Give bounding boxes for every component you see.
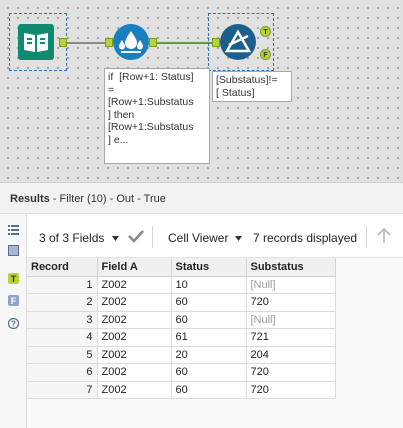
record-cell[interactable]: 5: [27, 346, 98, 364]
column-header[interactable]: Status: [171, 258, 247, 277]
substatus-cell[interactable]: 720: [246, 381, 336, 399]
table-row[interactable]: 5 Z002 20 204: [27, 346, 336, 364]
field-a-cell[interactable]: Z002: [97, 381, 172, 399]
filter-false-anchor[interactable]: F: [260, 49, 271, 60]
status-cell[interactable]: 60: [171, 293, 247, 312]
input-output-anchor[interactable]: [59, 38, 67, 47]
toolbar-separator: [152, 226, 153, 248]
table-row[interactable]: 2 Z002 60 720: [27, 293, 336, 312]
filter-triangle-icon: [224, 29, 252, 53]
table-row[interactable]: 3 Z002 60 [Null]: [27, 311, 336, 329]
table-row[interactable]: 1 Z002 10 [Null]: [27, 276, 336, 294]
records-count: 7 records displayed: [253, 231, 358, 245]
filter-input-anchor[interactable]: [212, 38, 220, 47]
book-icon: [24, 33, 48, 52]
column-header[interactable]: Substatus: [246, 258, 336, 277]
true-output-icon[interactable]: T: [8, 273, 19, 284]
substatus-cell[interactable]: [Null]: [246, 276, 336, 294]
table-row[interactable]: 4 Z002 61 721: [27, 328, 336, 347]
connection-wire-2: [157, 42, 212, 44]
field-a-cell[interactable]: Z002: [97, 363, 172, 382]
column-header[interactable]: Field A: [97, 258, 172, 277]
svg-text:F: F: [11, 296, 17, 306]
record-cell[interactable]: 4: [27, 328, 98, 347]
viewer-label: Cell Viewer: [168, 231, 229, 245]
table-header-row: Record Field A Status Substatus: [27, 258, 336, 277]
results-table: Record Field A Status Substatus 1 Z002 1…: [27, 258, 336, 399]
filter-annotation: [Substatus]!= [ Status]: [212, 71, 292, 102]
toolbar-separator: [366, 226, 367, 248]
field-a-cell[interactable]: Z002: [97, 328, 172, 347]
false-output-icon[interactable]: F: [8, 295, 19, 306]
connection-wire-1: [67, 42, 105, 44]
column-header[interactable]: Record: [27, 258, 98, 277]
input-data-tool[interactable]: [18, 24, 54, 60]
filter-tool[interactable]: [220, 24, 256, 60]
field-a-cell[interactable]: Z002: [97, 346, 172, 364]
substatus-cell[interactable]: 720: [246, 363, 336, 382]
status-cell[interactable]: 60: [171, 381, 247, 399]
field-a-cell[interactable]: Z002: [97, 293, 172, 312]
water-drops-icon: [119, 31, 143, 53]
table-row[interactable]: 7 Z002 60 720: [27, 381, 336, 399]
filter-true-anchor[interactable]: T: [260, 26, 271, 37]
svg-text:?: ?: [11, 320, 16, 329]
help-icon[interactable]: ?: [8, 318, 19, 329]
field-a-cell[interactable]: Z002: [97, 311, 172, 329]
record-cell[interactable]: 7: [27, 381, 98, 399]
table-row[interactable]: 6 Z002 60 720: [27, 363, 336, 382]
status-cell[interactable]: 60: [171, 363, 247, 382]
record-cell[interactable]: 3: [27, 311, 98, 329]
list-view-icon[interactable]: [8, 224, 19, 235]
record-cell[interactable]: 1: [27, 276, 98, 294]
chevron-down-icon[interactable]: [235, 236, 242, 241]
results-header: Results - Filter (10) - Out - True: [0, 182, 403, 214]
substatus-cell[interactable]: 721: [246, 328, 336, 347]
status-cell[interactable]: 61: [171, 328, 247, 347]
viewer-selector[interactable]: Cell Viewer: [168, 231, 228, 245]
results-toolbar: 3 of 3 Fields Cell Viewer 7 records disp…: [27, 214, 403, 258]
results-label: Results: [10, 193, 50, 205]
substatus-cell[interactable]: 204: [246, 346, 336, 364]
fields-label: 3 of 3 Fields: [39, 231, 105, 245]
status-cell[interactable]: 10: [171, 276, 247, 294]
checkmark-icon[interactable]: [128, 229, 144, 243]
results-sidebar: T F ?: [0, 214, 27, 428]
substatus-cell[interactable]: 720: [246, 293, 336, 312]
svg-text:T: T: [11, 274, 17, 284]
results-path: - Filter (10) - Out - True: [49, 193, 166, 205]
formula-output-anchor[interactable]: [149, 38, 157, 47]
multi-row-formula-tool[interactable]: [113, 24, 149, 60]
workflow-canvas[interactable]: T F if [Row+1: Status] = [Row+1:Substatu…: [0, 0, 403, 182]
formula-input-anchor[interactable]: [105, 38, 113, 47]
arrow-up-icon[interactable]: [377, 228, 391, 244]
status-cell[interactable]: 60: [171, 311, 247, 329]
record-cell[interactable]: 6: [27, 363, 98, 382]
formula-annotation: if [Row+1: Status] = [Row+1:Substatus ] …: [104, 68, 210, 164]
substatus-cell[interactable]: [Null]: [246, 311, 336, 329]
status-cell[interactable]: 20: [171, 346, 247, 364]
chevron-down-icon[interactable]: [112, 236, 119, 241]
input-anchor-icon[interactable]: [8, 245, 19, 256]
field-a-cell[interactable]: Z002: [97, 276, 172, 294]
fields-selector[interactable]: 3 of 3 Fields: [39, 231, 104, 245]
record-cell[interactable]: 2: [27, 293, 98, 312]
results-grid: Record Field A Status Substatus 1 Z002 1…: [27, 258, 403, 428]
